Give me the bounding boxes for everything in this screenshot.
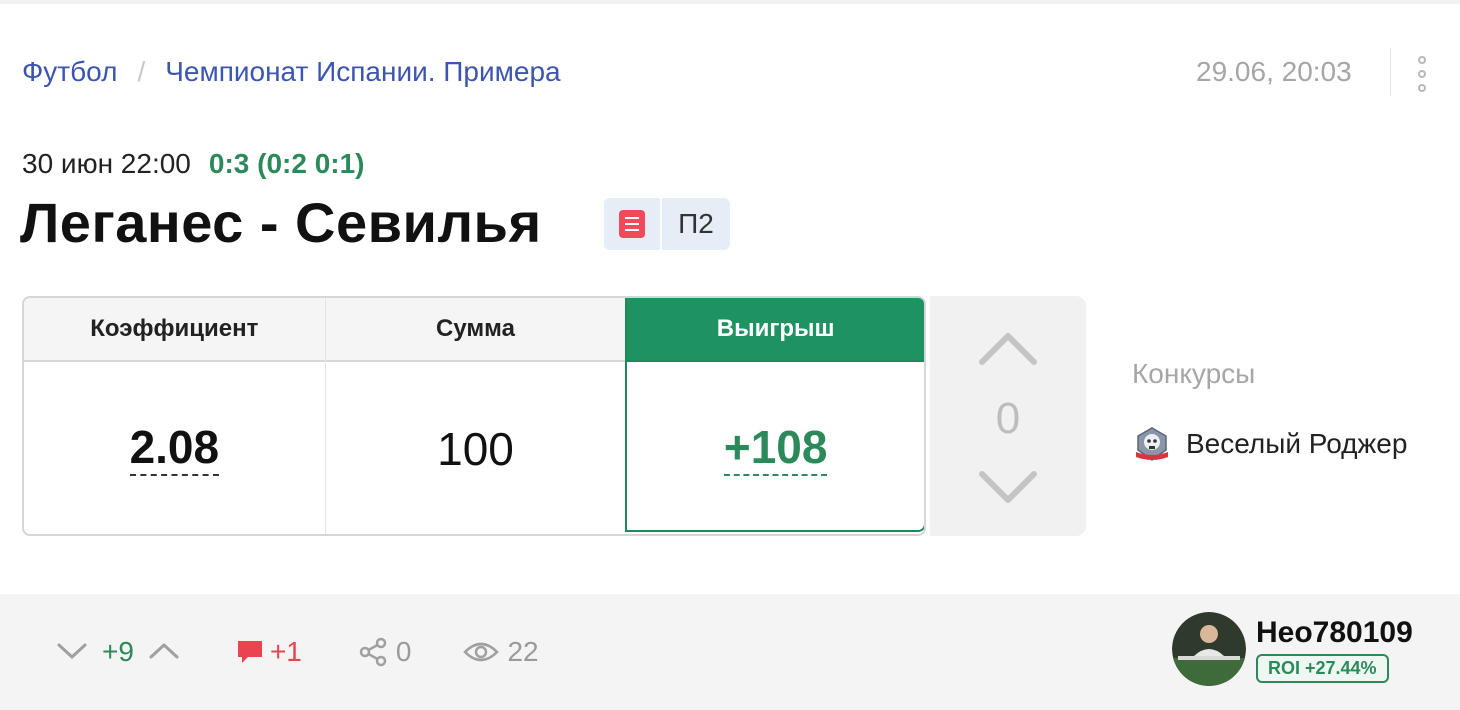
prediction-text-tag[interactable] [604,198,662,250]
comment-icon [237,641,262,663]
more-options-icon[interactable] [1414,56,1430,92]
post-footer: +9 +1 0 22 Нео780109 ROI +27.44% [0,594,1460,710]
bet-tags: П2 [604,198,730,250]
top-edge [0,0,1460,4]
winnings-value[interactable]: +108 [723,422,828,477]
divider [1390,48,1391,96]
contest-name: Веселый Роджер [1186,428,1408,459]
comments-group[interactable]: +1 [236,636,302,668]
roi-badge: ROI +27.44% [1256,653,1389,683]
post-timestamp: 29.06, 20:03 [1196,56,1352,87]
share-icon [359,637,387,667]
odds-column: Коэффициент 2.08 [24,298,325,534]
odds-header: Коэффициент [24,298,325,362]
shares-count: 0 [395,636,412,667]
views-count: 22 [507,636,539,667]
vote-box: 0 [930,296,1086,536]
bet-type-tag: П2 [662,198,730,250]
document-icon [619,210,645,238]
match-title[interactable]: Леганес - Севилья [20,190,542,255]
rating-value: +9 [102,636,134,667]
author-info: Нео780109 ROI +27.44% [1256,616,1413,683]
eye-icon [463,642,500,662]
author-block[interactable]: Нео780109 ROI +27.44% [1172,612,1413,686]
winnings-header: Выигрыш [627,298,924,362]
downvote-arrow-icon[interactable] [978,458,1038,518]
match-datetime: 30 июн 22:00 [22,148,191,179]
breadcrumb-separator: / [137,56,146,87]
bet-table: Коэффициент 2.08 Сумма 100 Выигрыш +108 [22,296,926,536]
upvote-arrow-icon[interactable] [978,318,1038,378]
breadcrumb: Футбол / Чемпионат Испании. Примера [22,56,561,88]
breadcrumb-league-link[interactable]: Чемпионат Испании. Примера [165,56,560,88]
winnings-column: Выигрыш +108 [625,298,924,532]
contest-item[interactable]: Веселый Роджер [1132,424,1407,464]
post-stats: +9 +1 0 22 [56,628,539,676]
contests-label: Конкурсы [1132,358,1256,389]
amount-column: Сумма 100 [324,298,626,534]
amount-header: Сумма [325,298,626,362]
odds-value[interactable]: 2.08 [129,422,220,477]
match-score: 0:3 (0:2 0:1) [208,148,365,179]
rating-down-icon[interactable] [56,636,88,668]
match-meta: 30 июн 22:00 0:3 (0:2 0:1) [22,148,365,180]
vote-count: 0 [995,394,1021,443]
comments-count: +1 [269,636,302,667]
pirate-skull-badge-icon [1136,427,1168,461]
rating-up-icon[interactable] [148,636,180,668]
amount-value: 100 [437,423,514,475]
breadcrumb-sport-link[interactable]: Футбол [22,56,117,88]
views-group: 22 [463,636,539,668]
avatar[interactable] [1172,612,1246,686]
author-name[interactable]: Нео780109 [1256,616,1413,650]
shares-group[interactable]: 0 [358,636,412,668]
